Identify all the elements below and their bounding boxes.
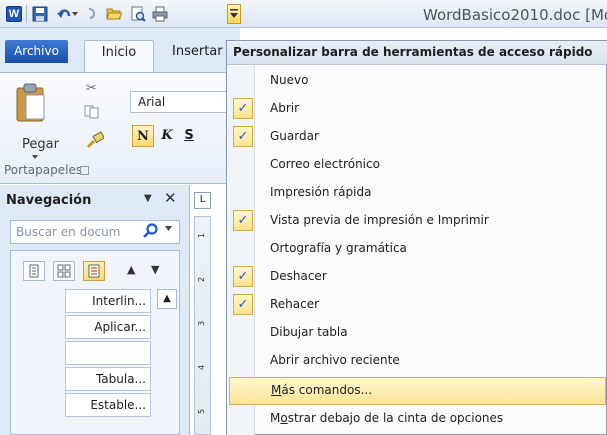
access-key: M <box>271 383 282 397</box>
clipboard-icon <box>16 83 45 122</box>
menu-item-vista-previa[interactable]: ✓ Vista previa de impresión e Imprimir <box>228 207 607 235</box>
pages-icon <box>57 264 71 278</box>
menu-item-label: Rehacer <box>270 297 320 311</box>
checkmark-icon: ✓ <box>233 98 253 119</box>
label-rest: strar debajo de la cinta de opciones <box>287 411 504 425</box>
menu-item-mostrar-debajo[interactable]: Mostrar debajo de la cinta de opciones <box>228 405 607 433</box>
nav-pane-title: Navegación <box>6 193 92 208</box>
menu-item-label: Deshacer <box>270 269 327 283</box>
window-title: WordBasico2010.doc [Mod <box>423 6 607 24</box>
headings-icon <box>29 264 39 278</box>
search-icon[interactable] <box>143 223 159 239</box>
label-pre: M <box>270 411 281 425</box>
dialog-launcher-icon[interactable] <box>80 166 89 175</box>
label-rest: ás comandos... <box>281 383 373 397</box>
ribbon-tabs: Archivo Inicio Insertar <box>0 28 240 73</box>
ribbon-panel: Pegar ✂ Arial N K S Portapapeles <box>0 72 240 184</box>
paste-button[interactable]: Pegar <box>12 83 60 159</box>
menu-item-rehacer[interactable]: ✓ Rehacer <box>228 291 607 319</box>
toolbar-separator <box>26 5 27 23</box>
tab-archivo[interactable]: Archivo <box>5 40 68 63</box>
menu-item-label: Vista previa de impresión e Imprimir <box>270 213 489 227</box>
menu-item-label: Ortografía y gramática <box>270 241 407 255</box>
menu-item-abrir[interactable]: ✓ Abrir <box>228 95 607 123</box>
customize-qat-button[interactable] <box>227 4 241 24</box>
list-item[interactable] <box>65 341 151 365</box>
previous-result-icon[interactable]: ▲ <box>127 263 135 276</box>
underline-button[interactable]: S <box>178 125 200 147</box>
browse-pages-tab[interactable] <box>53 261 75 281</box>
checkmark-icon: ✓ <box>233 126 253 147</box>
list-item[interactable]: Tabula... <box>65 367 151 391</box>
format-painter-icon[interactable] <box>86 131 104 149</box>
cut-icon[interactable]: ✂ <box>86 81 97 96</box>
browse-results-tab[interactable] <box>83 261 105 281</box>
bold-button[interactable]: N <box>132 125 154 147</box>
menu-item-correo-electronico[interactable]: Correo electrónico <box>228 151 607 179</box>
tab-selector[interactable]: L <box>194 192 211 209</box>
font-name-combobox[interactable]: Arial <box>130 91 238 113</box>
menu-item-mas-comandos[interactable]: Más comandos... <box>229 377 606 405</box>
paste-dropdown-icon[interactable] <box>32 155 38 159</box>
quick-access-toolbar: W WordBasico2010.doc [Mod <box>0 0 607 28</box>
clipboard-group-label: Portapapeles <box>4 163 83 177</box>
menu-item-ortografia[interactable]: Ortografía y gramática <box>228 235 607 263</box>
copy-icon[interactable] <box>84 105 100 119</box>
search-options-icon[interactable] <box>165 226 172 231</box>
list-item[interactable]: Estable... <box>65 393 151 417</box>
menu-item-label: Correo electrónico <box>270 157 380 171</box>
save-icon[interactable] <box>32 6 48 22</box>
list-item[interactable]: Aplicar... <box>65 315 151 339</box>
redo-icon[interactable] <box>84 6 100 22</box>
open-icon[interactable] <box>106 6 122 22</box>
menu-item-nuevo[interactable]: Nuevo <box>228 67 607 95</box>
navigation-pane: Navegación ▼ ✕ ▲ ▼ Interlin... Aplicar..… <box>0 185 190 435</box>
menu-item-impresion-rapida[interactable]: Impresión rápida <box>228 179 607 207</box>
paste-label: Pegar <box>22 137 59 152</box>
ruler-mark: 3 <box>197 320 207 327</box>
vertical-ruler: 1 2 3 4 5 <box>194 216 211 435</box>
search-input[interactable] <box>11 221 129 243</box>
quick-print-icon[interactable] <box>152 6 168 22</box>
ruler-mark: 2 <box>197 276 207 283</box>
list-item[interactable]: Interlin... <box>65 289 151 313</box>
next-result-icon[interactable]: ▼ <box>151 263 159 276</box>
nav-views-panel: ▲ ▼ Interlin... Aplicar... Tabula... Est… <box>10 250 180 435</box>
word-icon[interactable]: W <box>6 6 22 22</box>
close-icon[interactable]: ✕ <box>164 189 177 207</box>
menu-item-label: Dibujar tabla <box>270 325 348 339</box>
access-key: o <box>280 411 288 425</box>
menu-item-label: Abrir <box>270 101 300 115</box>
menu-item-label: Mostrar debajo de la cinta de opciones <box>270 411 503 425</box>
ruler-mark: 5 <box>197 408 207 415</box>
browse-headings-tab[interactable] <box>23 261 45 281</box>
scroll-up-icon[interactable]: ▲ <box>157 289 177 309</box>
menu-item-label: Abrir archivo reciente <box>270 353 400 367</box>
italic-button[interactable]: K <box>156 125 178 147</box>
checkmark-icon: ✓ <box>233 266 253 287</box>
checkmark-icon: ✓ <box>233 210 253 231</box>
menu-item-abrir-reciente[interactable]: Abrir archivo reciente <box>228 347 607 375</box>
ruler-mark: 4 <box>197 364 207 371</box>
menu-item-guardar[interactable]: ✓ Guardar <box>228 123 607 151</box>
menu-item-label: Guardar <box>270 129 319 143</box>
menu-item-deshacer[interactable]: ✓ Deshacer <box>228 263 607 291</box>
menu-item-label: Nuevo <box>270 73 309 87</box>
tab-insertar[interactable]: Insertar <box>172 40 223 64</box>
nav-search-box[interactable] <box>10 220 180 244</box>
tab-inicio[interactable]: Inicio <box>84 40 154 73</box>
customize-qat-menu: Personalizar barra de herramientas de ac… <box>226 40 607 435</box>
menu-item-label: Más comandos... <box>271 383 372 397</box>
undo-icon[interactable] <box>56 6 72 22</box>
menu-item-label: Impresión rápida <box>270 185 372 199</box>
menu-item-dibujar-tabla[interactable]: Dibujar tabla <box>228 319 607 347</box>
results-icon <box>88 264 100 278</box>
undo-dropdown-icon[interactable] <box>72 12 78 16</box>
ruler-mark: 1 <box>197 232 207 239</box>
nav-options-icon[interactable]: ▼ <box>144 193 152 204</box>
menu-header: Personalizar barra de herramientas de ac… <box>227 41 607 65</box>
customize-qat-icon <box>230 9 238 18</box>
checkmark-icon: ✓ <box>233 294 253 315</box>
print-preview-icon[interactable] <box>130 6 146 22</box>
